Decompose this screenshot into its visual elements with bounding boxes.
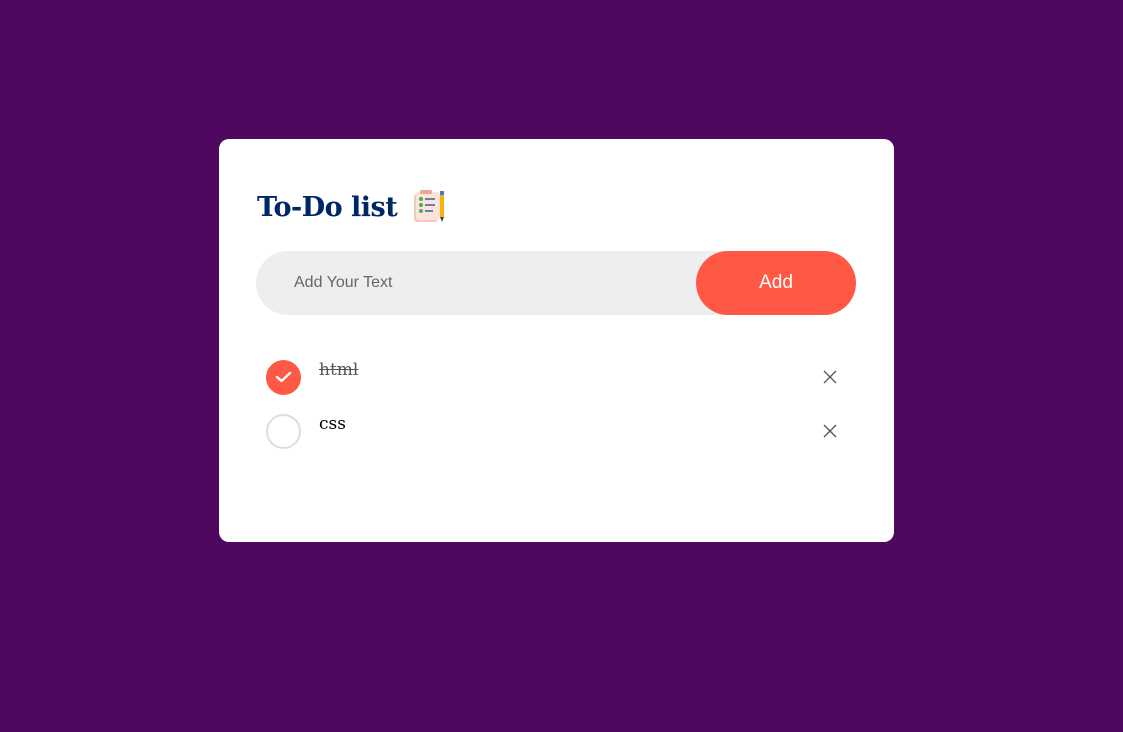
todo-card: To-Do list Add Your Text Add html css (219, 139, 894, 542)
task-text: css (319, 414, 346, 434)
task-checkbox-checked[interactable] (266, 360, 301, 395)
title-row: To-Do list (257, 189, 447, 225)
checklist-icon (411, 189, 447, 225)
checkmark-icon (275, 371, 292, 383)
close-icon[interactable] (822, 369, 838, 385)
task-input-row: Add (256, 251, 856, 315)
close-icon[interactable] (822, 423, 838, 439)
list-item[interactable]: html (266, 360, 846, 396)
task-checkbox-unchecked[interactable] (266, 414, 301, 449)
list-item[interactable]: css (266, 414, 846, 450)
task-text: html (319, 360, 359, 380)
page-title: To-Do list (257, 191, 398, 223)
add-button[interactable]: Add (696, 251, 856, 315)
task-input[interactable] (256, 251, 696, 315)
